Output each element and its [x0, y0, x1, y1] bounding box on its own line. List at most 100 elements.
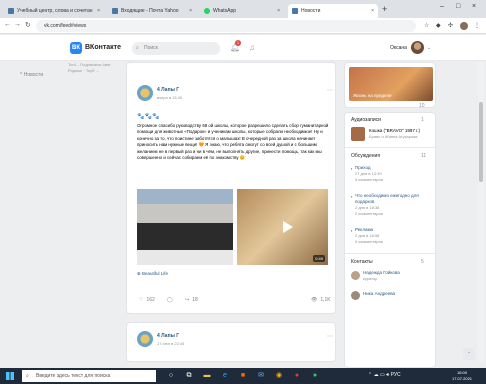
heart-icon: ♡ [139, 297, 144, 303]
divider [345, 147, 437, 148]
more-options-icon[interactable]: ⋯ [327, 87, 333, 94]
post-video[interactable]: 0:49 [237, 189, 328, 265]
clock[interactable]: 16:00 17.07.2021 [452, 370, 472, 382]
like-button[interactable]: ♡ 162 [139, 297, 155, 303]
comment-button[interactable]: ◯ [167, 297, 173, 303]
search-icon: ⌕ [136, 45, 139, 51]
audio-track[interactable]: Кошка ("BRAVO" 1987 г.) Браво и Жанна Аг… [369, 128, 433, 140]
close-icon[interactable]: × [367, 8, 374, 14]
reload-icon[interactable]: ↻ [25, 21, 31, 29]
maximize-button[interactable]: □ [456, 3, 460, 10]
file-explorer-icon[interactable]: ▬ [202, 371, 212, 381]
browser-tab-bar: Учебный центр, слова и сочетан × Входящи… [0, 0, 486, 18]
profile-avatar[interactable] [460, 22, 468, 30]
community-banner[interactable]: Жизнь на пределе [349, 67, 433, 101]
feed-post: 4 Лапы Г вчера в 13:40 ⋯ 🐾🐾🐾 Огромное сп… [126, 62, 336, 314]
page-scrollbar[interactable] [478, 62, 484, 362]
back-arrow-icon[interactable]: ← [4, 21, 11, 28]
chevron-up-icon: ^ [20, 72, 23, 78]
address-bar-row: ← → ↻ vk.com/feed#views ☆ ◆ ✣ ⋮ [0, 18, 486, 34]
comment-icon: ◯ [167, 297, 173, 303]
chevron-down-icon[interactable]: ⌄ [427, 45, 431, 51]
star-icon[interactable]: ☆ [424, 22, 429, 29]
close-icon[interactable]: × [93, 8, 100, 14]
contacts-heading[interactable]: Контакты [351, 259, 373, 265]
feed-post: 4 Лапы Г 17 июн в 22:45 ⋯ [126, 322, 336, 362]
search-input[interactable]: ⌕ Поиск [132, 42, 220, 55]
vk-brand-name[interactable]: ВКонтакте [85, 44, 121, 51]
task-view-icon[interactable]: ⧉ [184, 371, 194, 381]
close-window-button[interactable]: × [472, 3, 476, 10]
scroll-top-button[interactable]: ⌃ [463, 348, 475, 360]
browser-tab[interactable]: Учебный центр, слова и сочетан × [4, 4, 104, 18]
whatsapp-icon [204, 8, 210, 14]
app-icon[interactable]: ● [292, 371, 302, 381]
audio-heading[interactable]: Аудиозаписи [351, 117, 381, 123]
user-name[interactable]: Оксана [390, 45, 407, 51]
community-sidebar: Аудиозаписи 1 Кошка ("BRAVO" 1987 г.) Бр… [344, 112, 437, 368]
browser-tab[interactable]: Входящие - Почта Yahoo × [108, 4, 196, 18]
browser-tab[interactable]: WhatsApp × [200, 4, 284, 18]
discussion-item[interactable]: ▪ Реклама 2 дня в 18:58 9 комментарии [351, 227, 435, 245]
avatar[interactable] [351, 291, 360, 300]
post-header-strip: Топ1 - Подписаны 4вот Родные · Тоуб ... [68, 62, 111, 73]
post-author-avatar[interactable] [137, 331, 153, 347]
search-icon: ⌕ [26, 373, 29, 379]
post-emoji: 🐾🐾🐾 [137, 114, 160, 120]
audio-count: 1 [421, 117, 424, 123]
chrome-icon[interactable]: ◉ [274, 371, 284, 381]
track-cover[interactable] [351, 127, 365, 141]
tab-favicon-icon [292, 8, 298, 14]
post-link[interactable]: ⊕ Beautiful Life [137, 271, 168, 277]
store-icon[interactable]: ■ [238, 371, 248, 381]
close-icon[interactable]: × [185, 8, 192, 14]
discussion-icon: ▪ [351, 194, 353, 199]
discussions-count: 11 [421, 153, 427, 159]
windows-start-icon[interactable] [6, 372, 14, 380]
share-icon: ↪ [185, 297, 190, 303]
share-button[interactable]: ↪ 18 [185, 297, 198, 303]
url-field[interactable]: vk.com/feed#views [36, 20, 416, 32]
extension-icon[interactable]: ◆ [436, 22, 441, 29]
edge-icon[interactable]: e [220, 371, 230, 381]
minimize-button[interactable]: – [440, 3, 444, 10]
forward-arrow-icon[interactable]: → [14, 21, 21, 28]
system-tray[interactable]: ⌃ ☁ ▭ 🔊︎ РУС [368, 372, 401, 378]
more-options-icon[interactable]: ⋯ [327, 333, 333, 340]
contact-item[interactable]: Ника Андреева [363, 291, 433, 297]
avatar[interactable] [351, 271, 360, 280]
post-author-avatar[interactable] [137, 85, 153, 101]
new-tab-button[interactable]: + [382, 4, 387, 14]
post-time[interactable]: вчера в 13:40 [157, 95, 182, 100]
play-icon[interactable] [283, 221, 293, 233]
menu-dots-icon[interactable]: ⋮ [474, 22, 480, 29]
cortana-icon[interactable]: ○ [166, 371, 176, 381]
community-banner-block: Жизнь на пределе 10 [344, 62, 436, 109]
mail-icon[interactable]: ✉ [256, 371, 266, 381]
post-author-name[interactable]: 4 Лапы Г [157, 87, 179, 93]
notification-badge: 1 [235, 40, 241, 46]
divider [345, 253, 437, 254]
close-icon[interactable]: × [273, 8, 280, 14]
post-time[interactable]: 17 июн в 22:45 [157, 341, 184, 346]
post-author-name[interactable]: 4 Лапы Г [157, 333, 179, 339]
discussion-item[interactable]: ▪ Что необходимо ежегодно для подарков 2… [351, 193, 435, 217]
discussion-item[interactable]: ▪ Приход 27 дня в 13:39 5 комментарии [351, 165, 435, 183]
browser-tab-active[interactable]: Новости × [288, 4, 378, 18]
whatsapp-icon[interactable]: ● [310, 371, 320, 381]
discussions-heading[interactable]: Обсуждения [351, 153, 380, 159]
sidebar-item-news[interactable]: ^ Новости [20, 72, 43, 78]
discussion-icon: ▪ [351, 166, 353, 171]
taskbar-search-input[interactable]: ⌕ Введите здесь текст для поиска [22, 370, 156, 382]
contact-item[interactable]: Надежда Гойкова куратор [363, 270, 433, 282]
tab-favicon-icon [112, 8, 118, 14]
post-text: Огромное спасибо руководству 68 ой школы… [137, 123, 329, 161]
music-icon[interactable]: ♫ [249, 43, 255, 52]
discussion-icon: ▪ [351, 228, 353, 233]
vk-logo-icon[interactable]: ВК [70, 42, 82, 54]
avatar[interactable] [411, 41, 424, 54]
scrollbar-thumb[interactable] [479, 102, 483, 182]
puzzle-icon[interactable]: ✣ [448, 22, 453, 29]
post-photo[interactable] [137, 189, 233, 265]
video-duration: 0:49 [313, 255, 325, 262]
